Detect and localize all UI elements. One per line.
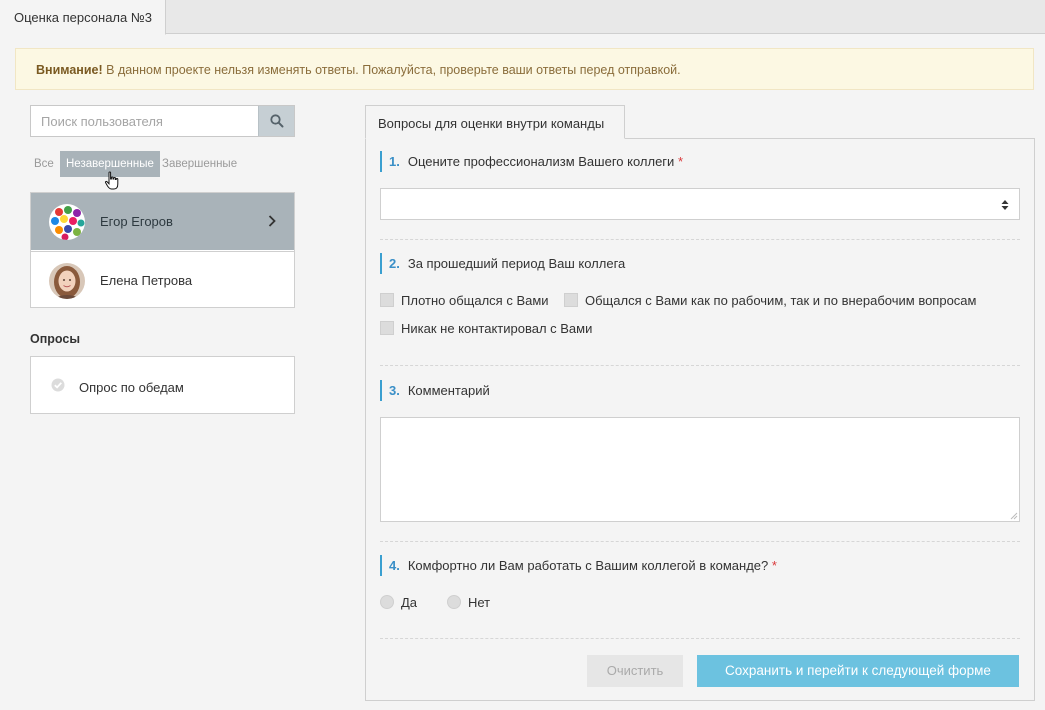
- chevron-right-icon: [268, 215, 276, 227]
- avatar: [49, 263, 85, 299]
- user-name: Елена Петрова: [100, 273, 193, 288]
- survey-label: Опрос по обедам: [79, 380, 184, 395]
- clear-button[interactable]: Очистить: [587, 655, 683, 687]
- sort-arrows-icon: [1001, 200, 1009, 210]
- resize-grip-icon[interactable]: [1010, 512, 1018, 520]
- radio-label: Нет: [468, 595, 491, 610]
- hand-cursor-icon: [104, 171, 119, 190]
- checkbox-box[interactable]: [564, 293, 578, 307]
- radio-yes[interactable]: Да: [380, 595, 430, 611]
- survey-item[interactable]: Опрос по обедам: [30, 356, 295, 414]
- surveys-heading: Опросы: [30, 332, 81, 346]
- radio-no[interactable]: Нет: [447, 595, 507, 611]
- alert-strong: Внимание!: [36, 63, 103, 77]
- tab-staff-evaluation[interactable]: Оценка персонала №3: [0, 0, 166, 35]
- filter-all[interactable]: Все: [30, 151, 58, 177]
- question-text: Комфортно ли Вам работать с Вашим коллег…: [407, 558, 769, 573]
- filter-complete[interactable]: Завершенные: [158, 151, 241, 177]
- divider: [380, 365, 1020, 366]
- checkbox-close-contact[interactable]: Плотно общался с Вами: [380, 293, 550, 309]
- rating-select[interactable]: [380, 188, 1020, 220]
- question-1-title: 1. Оцените профессионализм Вашего коллеги…: [380, 151, 683, 172]
- user-row-egor[interactable]: Егор Егоров: [31, 193, 294, 250]
- user-list: Егор Егоров Елена Петрова: [30, 192, 295, 308]
- divider: [380, 541, 1020, 542]
- tab-team-questions[interactable]: Вопросы для оценки внутри команды: [365, 105, 625, 139]
- question-form: 1. Оцените профессионализм Вашего коллеги…: [365, 138, 1035, 701]
- question-number: 3.: [389, 383, 400, 398]
- checkbox-no-contact[interactable]: Никак не контактировал с Вами: [380, 321, 600, 337]
- checkbox-label: Плотно общался с Вами: [401, 293, 549, 308]
- radio-circle[interactable]: [380, 595, 394, 609]
- question-3-title: 3. Комментарий: [380, 380, 490, 401]
- save-next-button[interactable]: Сохранить и перейти к следующей форме: [697, 655, 1019, 687]
- user-row-elena[interactable]: Елена Петрова: [31, 251, 294, 308]
- required-mark: *: [771, 558, 777, 573]
- comment-textarea[interactable]: [380, 417, 1020, 522]
- divider: [380, 638, 1020, 639]
- radio-label: Да: [401, 595, 418, 610]
- question-text: Комментарий: [407, 383, 490, 398]
- question-number: 2.: [389, 256, 400, 271]
- checkbox-label: Общался с Вами как по рабочим, так и по …: [585, 293, 977, 308]
- user-search: [30, 105, 295, 137]
- radio-circle[interactable]: [447, 595, 461, 609]
- question-number: 4.: [389, 558, 400, 573]
- avatar: [49, 204, 85, 240]
- check-circle-icon: [51, 378, 65, 392]
- required-mark: *: [677, 154, 683, 169]
- checkbox-box[interactable]: [380, 321, 394, 335]
- question-number: 1.: [389, 154, 400, 169]
- warning-alert: Внимание! В данном проекте нельзя изменя…: [15, 48, 1034, 90]
- search-input[interactable]: [31, 106, 259, 136]
- user-name: Егор Егоров: [100, 214, 173, 229]
- checkbox-box[interactable]: [380, 293, 394, 307]
- divider: [380, 239, 1020, 240]
- alert-text: В данном проекте нельзя изменять ответы.…: [102, 63, 681, 77]
- checkbox-work-and-personal[interactable]: Общался с Вами как по рабочим, так и по …: [564, 293, 984, 309]
- top-tab-bar: Оценка персонала №3: [0, 0, 1045, 35]
- search-button[interactable]: [258, 106, 294, 136]
- question-text: Оцените профессионализм Вашего коллеги: [407, 154, 675, 169]
- question-4-title: 4. Комфортно ли Вам работать с Вашим колл…: [380, 555, 777, 576]
- checkbox-label: Никак не контактировал с Вами: [401, 321, 593, 336]
- question-text: За прошедший период Ваш коллега: [407, 256, 626, 271]
- question-2-title: 2. За прошедший период Ваш коллега: [380, 253, 625, 274]
- search-icon: [270, 114, 284, 128]
